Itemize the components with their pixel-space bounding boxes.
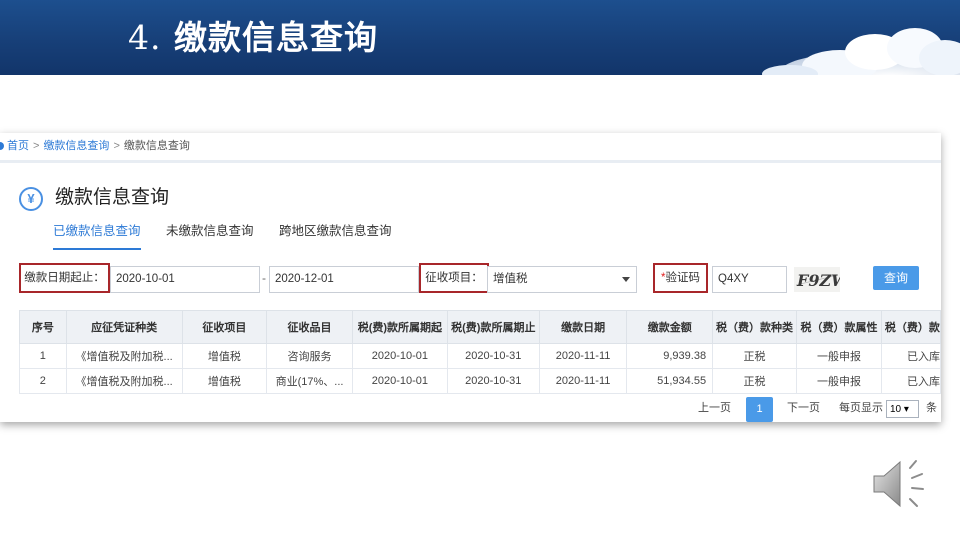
column-header: 序号 [19, 310, 67, 344]
table-cell: 《增值税及附加税... [65, 368, 183, 394]
column-header: 税(费)款所属期止 [446, 310, 540, 344]
table-row[interactable]: 1 《增值税及附加税... 增值税 咨询服务 2020-10-01 2020-1… [19, 343, 941, 369]
current-page-button[interactable]: 1 [746, 397, 773, 422]
date-range-label: 缴款日期起止： [19, 263, 110, 293]
column-header: 税(费)款所属期起 [351, 310, 448, 344]
results-table: 序号 应征凭证种类 征收项目 征收品目 税(费)款所属期起 税(费)款所属期止 … [19, 310, 941, 394]
captcha-label: *验证码 [653, 263, 708, 293]
tab-paid-query[interactable]: 已缴款信息查询 [53, 219, 141, 250]
table-cell: 2020-10-01 [351, 343, 448, 369]
table-cell: 一般申报 [796, 368, 882, 394]
breadcrumb: 首页 > 缴款信息查询 > 缴款信息查询 [0, 133, 941, 163]
table-row[interactable]: 2 《增值税及附加税... 增值税 商业(17%、... 2020-10-01 … [19, 368, 941, 394]
slide-title-text: 缴款信息查询 [174, 18, 378, 57]
per-page-tail: 条 [926, 402, 937, 414]
yen-icon: ¥ [19, 187, 43, 211]
table-cell: 增值税 [181, 343, 268, 369]
date-end-input[interactable]: 2020-12-01 [269, 266, 419, 293]
tax-item-select-value: 增值税 [493, 273, 528, 285]
table-cell: 2020-11-11 [538, 343, 628, 369]
page-title: 缴款信息查询 [55, 187, 170, 208]
date-start-input[interactable]: 2020-10-01 [110, 266, 260, 293]
breadcrumb-parent-link[interactable]: 缴款信息查询 [43, 140, 109, 152]
column-header: 税（费）款属性 [796, 310, 882, 344]
table-cell: 9,939.38 [626, 343, 714, 369]
captcha-label-text: 验证码 [665, 272, 700, 284]
table-cell: 商业(17%、... [266, 368, 353, 394]
breadcrumb-separator: > [33, 140, 40, 152]
captcha-input[interactable]: Q4XY [712, 266, 787, 293]
slide-banner: 4. 缴款信息查询 [0, 0, 960, 75]
table-cell: 正税 [712, 343, 797, 369]
table-cell: 已入库 [880, 343, 941, 369]
table-cell: 2020-10-31 [446, 368, 540, 394]
table-cell: 咨询服务 [266, 343, 353, 369]
breadcrumb-current: 缴款信息查询 [123, 140, 190, 152]
slide-title-number: 4. [128, 18, 162, 57]
screenshot-panel: 首页 > 缴款信息查询 > 缴款信息查询 ¥ 缴款信息查询 已缴款信息查询 未缴款信息查… [0, 133, 941, 422]
column-header: 缴款日期 [538, 310, 628, 344]
table-header-row: 序号 应征凭证种类 征收项目 征收品目 税(费)款所属期起 税(费)款所属期止 … [19, 310, 941, 344]
captcha-image-text: F9ZW [796, 271, 840, 290]
table-cell: 2020-10-31 [446, 343, 540, 369]
speaker-icon[interactable] [870, 456, 936, 512]
breadcrumb-separator: > [113, 140, 120, 152]
column-header: 征收项目 [181, 310, 268, 344]
captcha-image[interactable]: F9ZW [794, 267, 840, 292]
table-cell: 《增值税及附加税... [65, 343, 183, 369]
breadcrumb-marker-icon [0, 142, 4, 150]
column-header: 征收品目 [266, 310, 353, 344]
tax-item-select[interactable]: 增值税 [487, 266, 637, 293]
per-page-label: 每页显示 [839, 402, 883, 414]
dropdown-arrow-icon [622, 277, 630, 282]
table-cell: 增值税 [181, 368, 268, 394]
date-range-separator: - [262, 271, 266, 285]
column-header: 税（费）款 [880, 310, 941, 344]
table-cell: 2020-10-01 [351, 368, 448, 394]
table-cell: 正税 [712, 368, 797, 394]
column-header: 应征凭证种类 [65, 310, 183, 344]
table-cell: 一般申报 [796, 343, 882, 369]
slide-title: 4. 缴款信息查询 [128, 18, 378, 58]
tax-item-label: 征收项目： [419, 263, 489, 293]
tab-cross-region-query[interactable]: 跨地区缴款信息查询 [279, 219, 392, 248]
prev-page-link[interactable]: 上一页 [698, 399, 731, 415]
table-cell: 1 [19, 343, 67, 369]
table-cell: 2020-11-11 [538, 368, 628, 394]
cloud-decoration [762, 28, 960, 75]
table-cell: 已入库 [880, 368, 941, 394]
next-page-link[interactable]: 下一页 [787, 399, 820, 415]
tab-unpaid-query[interactable]: 未缴款信息查询 [166, 219, 254, 248]
table-cell: 51,934.55 [626, 368, 714, 394]
column-header: 缴款金额 [626, 310, 714, 344]
query-button[interactable]: 查询 [873, 266, 919, 290]
table-cell: 2 [19, 368, 67, 394]
column-header: 税（费）款种类 [712, 310, 797, 344]
per-page-select[interactable]: 10 ▾ [886, 400, 919, 418]
breadcrumb-home-link[interactable]: 首页 [7, 140, 29, 152]
